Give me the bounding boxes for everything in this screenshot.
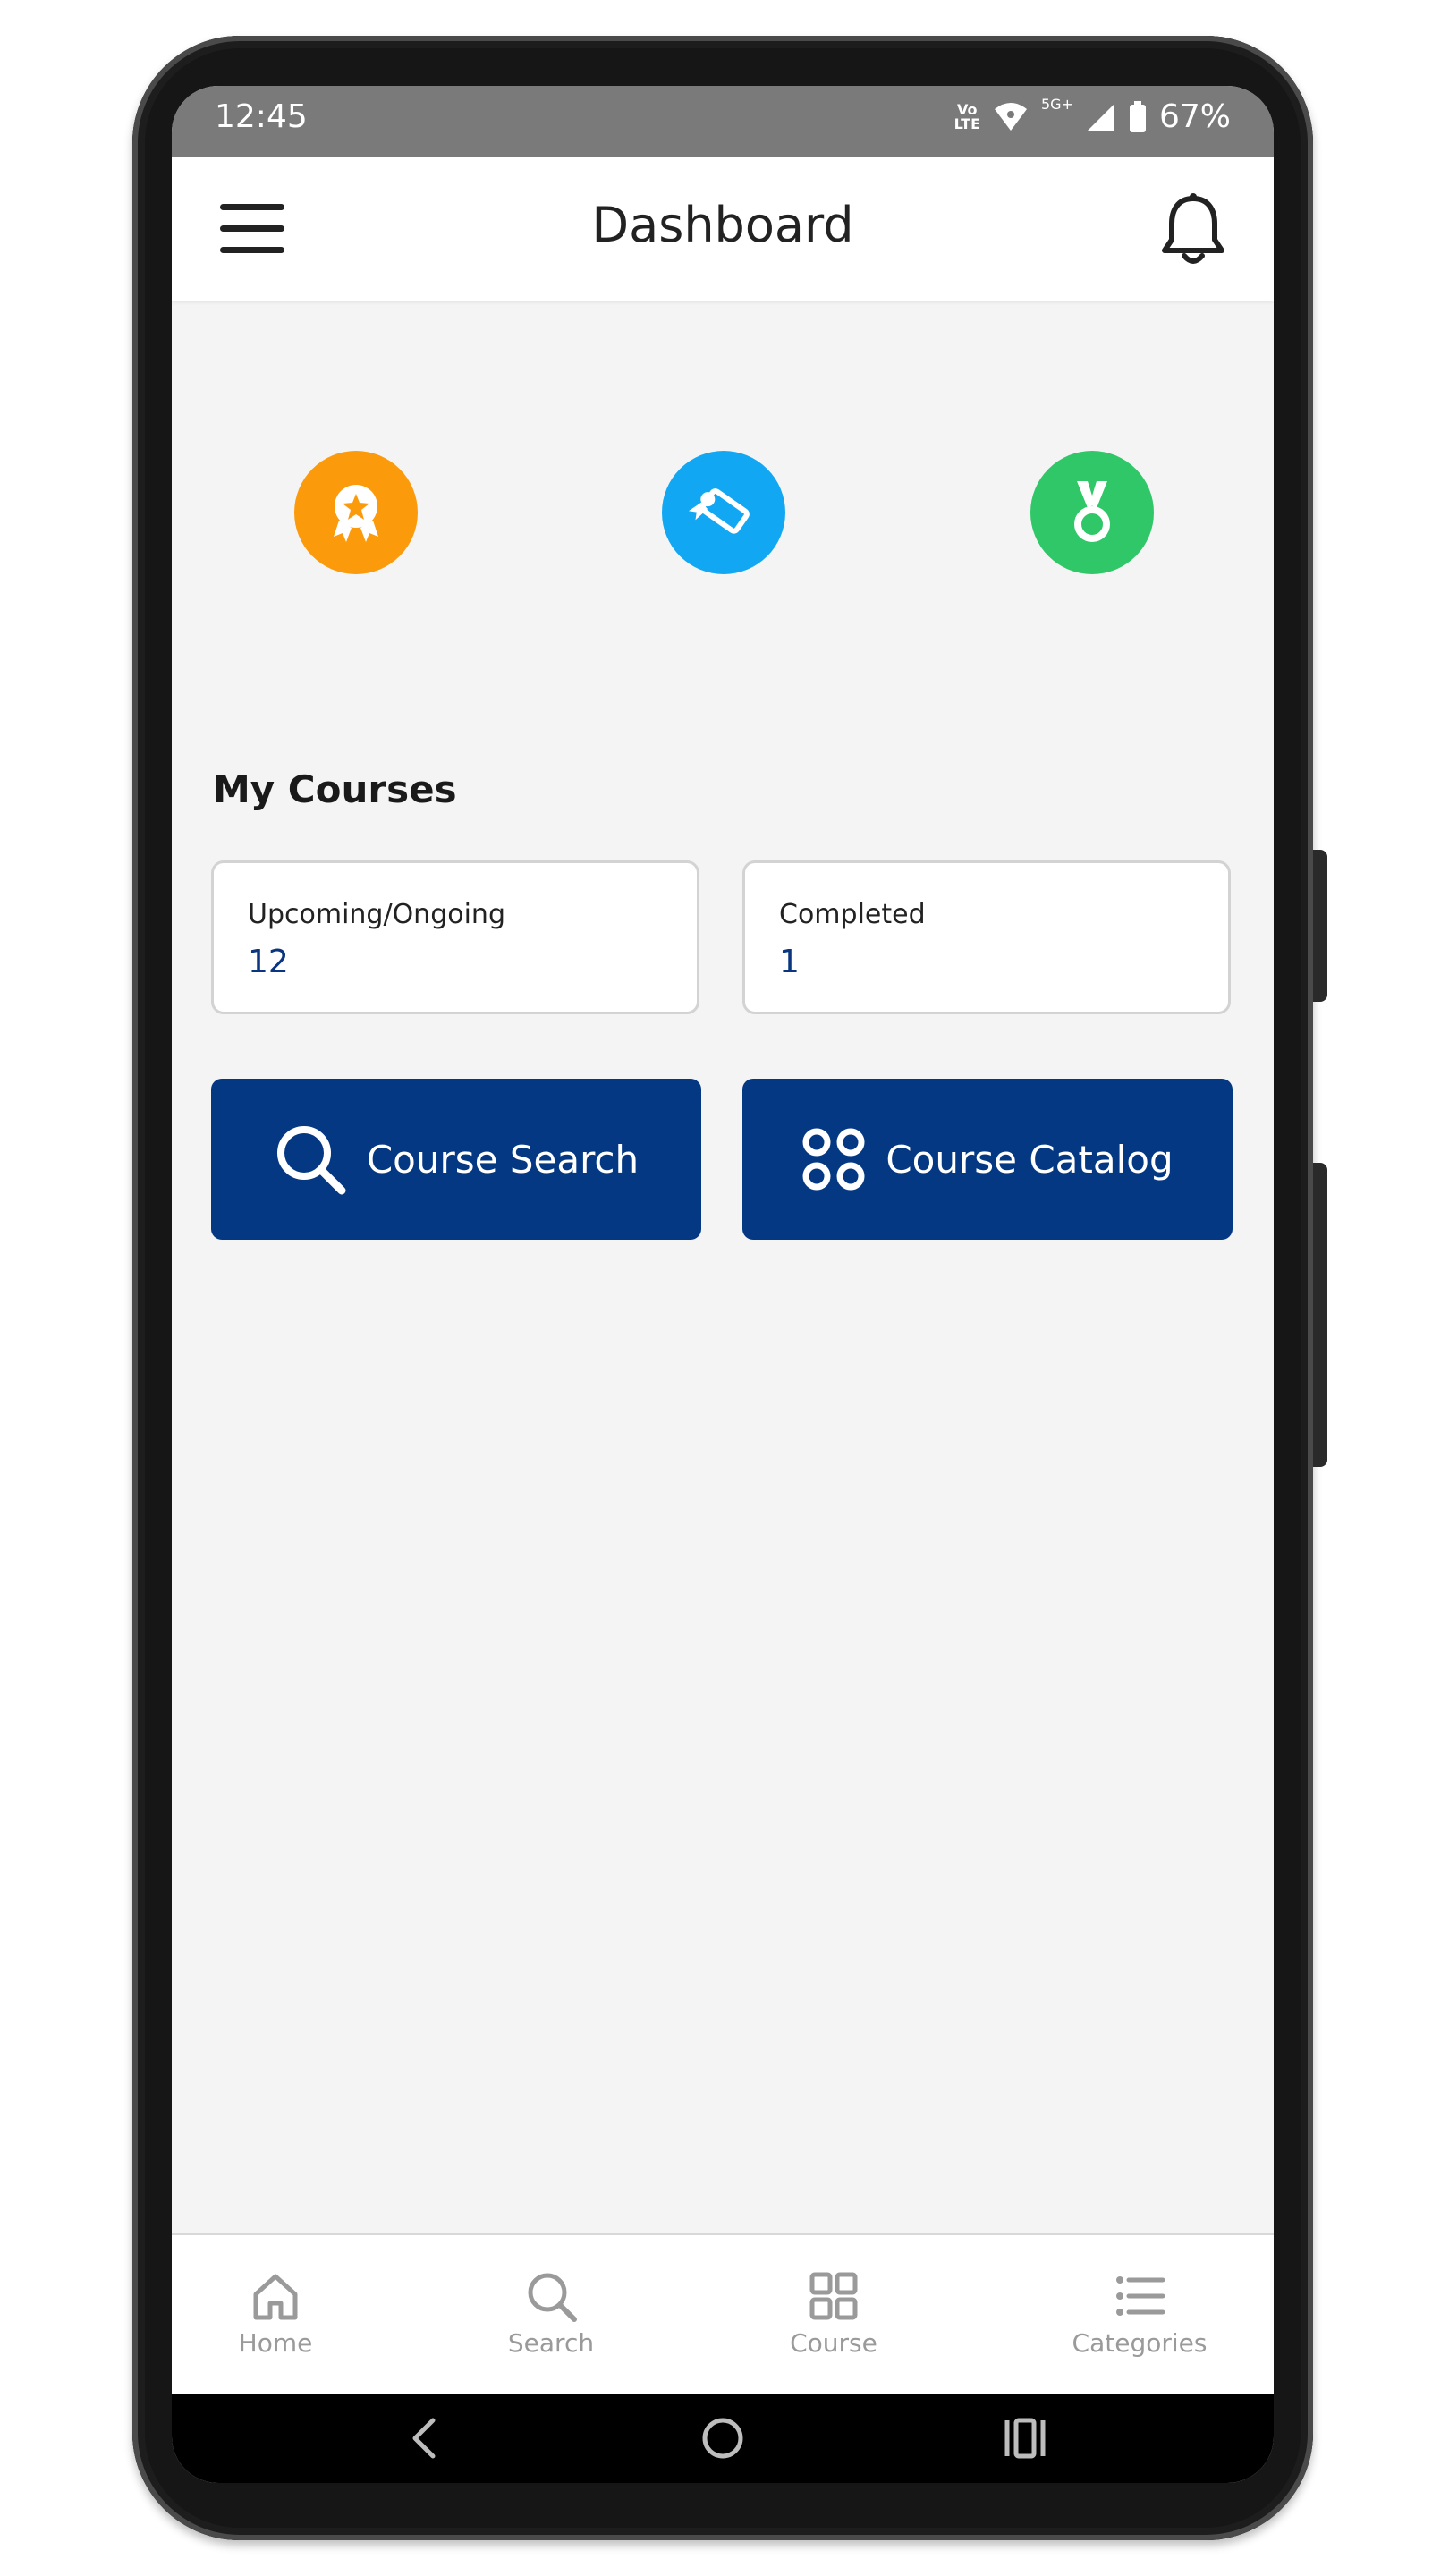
side-button-upper bbox=[1313, 850, 1327, 1002]
app-bar: Dashboard bbox=[172, 157, 1274, 301]
signal-icon bbox=[1087, 103, 1114, 131]
upcoming-ongoing-label: Upcoming/Ongoing bbox=[248, 899, 505, 930]
upcoming-ongoing-card[interactable]: Upcoming/Ongoing 12 bbox=[211, 860, 699, 1014]
bottom-navigation: Home Search Course Categories bbox=[172, 2233, 1274, 2394]
system-navigation-bar bbox=[172, 2394, 1274, 2483]
course-catalog-button[interactable]: Course Catalog bbox=[742, 1079, 1233, 1240]
nav-item-course[interactable]: Course bbox=[744, 2269, 923, 2358]
completed-label: Completed bbox=[779, 899, 926, 930]
battery-level: 67% bbox=[1158, 98, 1231, 135]
volte-indicator: Vo LTE bbox=[953, 102, 980, 132]
certificate-badge[interactable] bbox=[662, 451, 785, 574]
completed-card[interactable]: Completed 1 bbox=[742, 860, 1231, 1014]
lte-text: LTE bbox=[953, 114, 980, 132]
search-icon bbox=[276, 1126, 346, 1195]
nav-item-search[interactable]: Search bbox=[462, 2269, 640, 2358]
nav-item-home[interactable]: Home bbox=[186, 2269, 365, 2358]
nav-label-course: Course bbox=[790, 2328, 877, 2358]
certificate-scroll-icon bbox=[688, 488, 750, 534]
wifi-icon bbox=[995, 102, 1027, 131]
side-button-lower bbox=[1313, 1163, 1327, 1467]
bell-icon[interactable] bbox=[1157, 191, 1229, 267]
status-bar: 12:45 Vo LTE 5G+ 67% bbox=[172, 86, 1274, 157]
award-ribbon-icon bbox=[334, 485, 378, 542]
grid-icon bbox=[809, 2272, 858, 2320]
battery-icon bbox=[1129, 100, 1146, 132]
nav-label-categories: Categories bbox=[1072, 2328, 1208, 2358]
completed-count: 1 bbox=[779, 944, 800, 980]
search-icon bbox=[528, 2273, 577, 2322]
upcoming-ongoing-count: 12 bbox=[248, 944, 289, 980]
catalog-grid-icon bbox=[802, 1128, 865, 1191]
page-title: Dashboard bbox=[591, 197, 854, 253]
award-badge[interactable] bbox=[294, 451, 418, 574]
course-catalog-label: Course Catalog bbox=[886, 1137, 1174, 1182]
nav-label-search: Search bbox=[507, 2328, 595, 2358]
list-icon bbox=[1116, 2276, 1165, 2316]
home-circle-icon[interactable] bbox=[696, 2413, 750, 2463]
my-courses-title: My Courses bbox=[213, 767, 457, 811]
medal-badge[interactable] bbox=[1030, 451, 1154, 574]
status-icons: Vo LTE 5G+ 67% bbox=[953, 96, 1231, 135]
home-icon bbox=[253, 2274, 298, 2320]
back-chevron-icon[interactable] bbox=[399, 2413, 453, 2463]
nav-item-categories[interactable]: Categories bbox=[1050, 2269, 1229, 2358]
course-search-label: Course Search bbox=[366, 1137, 640, 1182]
status-time: 12:45 bbox=[215, 98, 308, 135]
nav-label-home: Home bbox=[238, 2328, 313, 2358]
network-type: 5G+ bbox=[1041, 96, 1073, 113]
medal-icon bbox=[1074, 481, 1110, 542]
course-search-button[interactable]: Course Search bbox=[211, 1079, 701, 1240]
recents-icon[interactable] bbox=[998, 2413, 1052, 2463]
app-screen: 12:45 Vo LTE 5G+ 67% Dashboard My Course… bbox=[172, 86, 1274, 2483]
